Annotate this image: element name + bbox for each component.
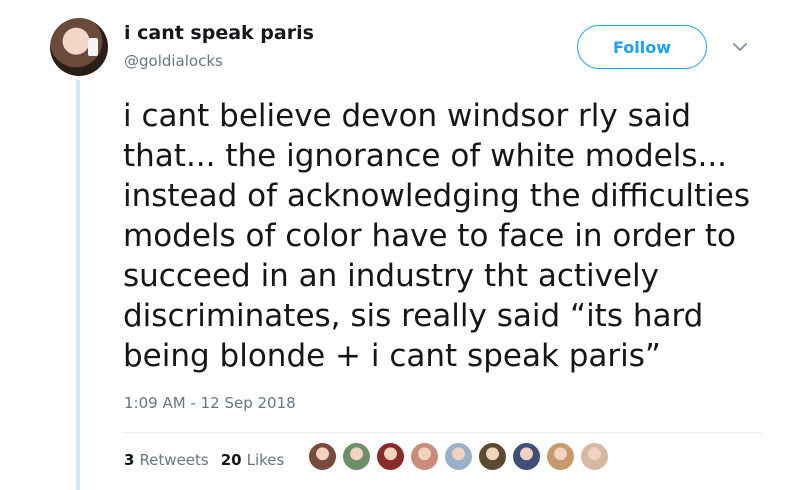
liker-avatar[interactable] xyxy=(478,442,507,471)
liker-avatar[interactable] xyxy=(308,442,337,471)
retweets-count: 3 xyxy=(124,451,135,469)
liker-avatars xyxy=(308,442,609,471)
liker-avatar[interactable] xyxy=(444,442,473,471)
tweet-text: i cant believe devon windsor rly said th… xyxy=(123,98,750,374)
divider xyxy=(122,432,762,433)
phone-shape xyxy=(88,38,98,56)
follow-button[interactable]: Follow xyxy=(577,25,707,69)
retweets-label: Retweets xyxy=(139,451,209,469)
thread-line xyxy=(76,80,80,490)
user-handle[interactable]: @goldialocks xyxy=(124,52,223,70)
tweet-timestamp[interactable]: 1:09 AM - 12 Sep 2018 xyxy=(124,394,296,412)
retweets-stat[interactable]: 3 Retweets xyxy=(124,451,209,469)
likes-stat[interactable]: 20 Likes xyxy=(221,451,285,469)
liker-avatar[interactable] xyxy=(376,442,405,471)
liker-avatar[interactable] xyxy=(410,442,439,471)
display-name[interactable]: i cant speak paris xyxy=(124,22,314,44)
liker-avatar[interactable] xyxy=(546,442,575,471)
avatar[interactable] xyxy=(50,18,108,76)
liker-avatar[interactable] xyxy=(580,442,609,471)
chevron-down-icon[interactable] xyxy=(731,38,749,56)
liker-avatar[interactable] xyxy=(342,442,371,471)
likes-count: 20 xyxy=(220,451,242,469)
likes-label: Likes xyxy=(246,451,285,469)
liker-avatar[interactable] xyxy=(512,442,541,471)
tweet-stats: 3 Retweets 20 Likes xyxy=(124,451,284,469)
